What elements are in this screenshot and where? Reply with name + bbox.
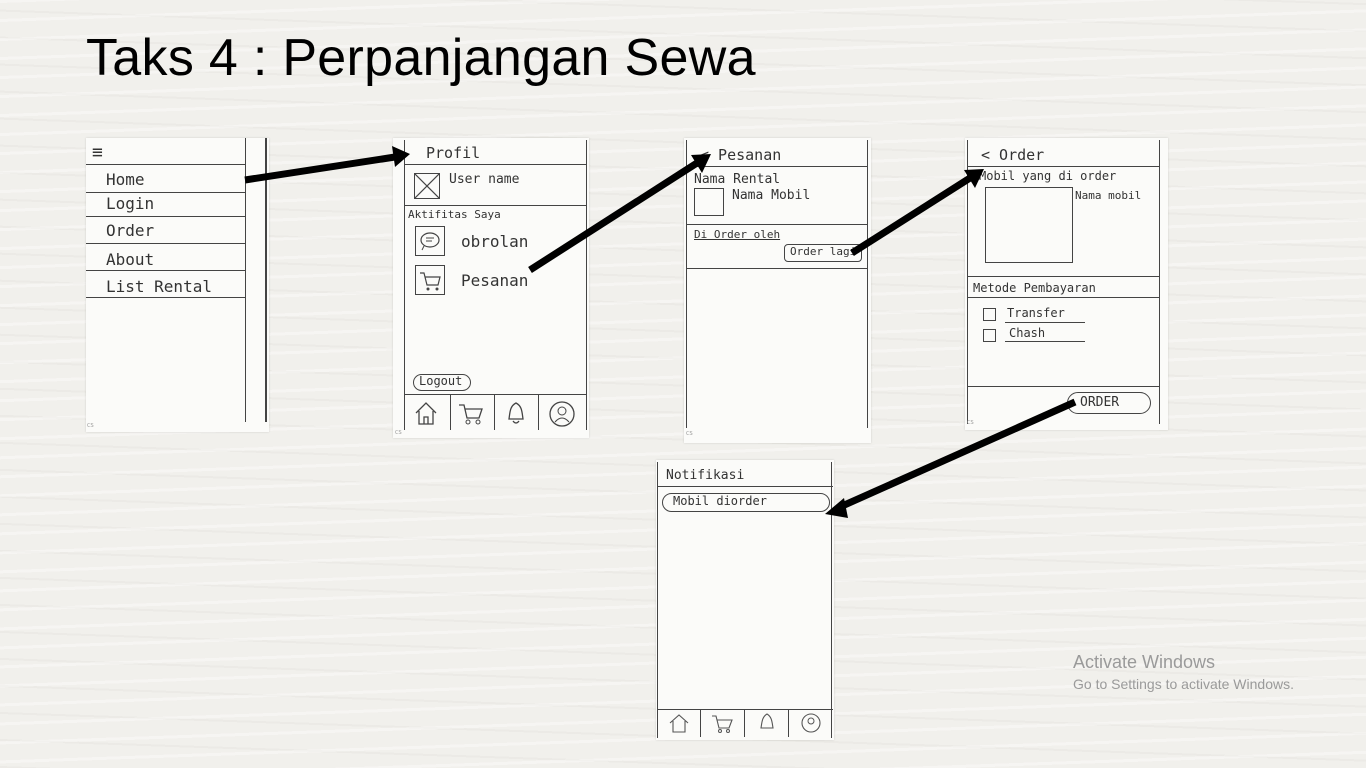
watermark-line1: Activate Windows <box>1073 652 1216 672</box>
watermark-line2: Go to Settings to activate Windows. <box>1073 676 1294 692</box>
arrow-profile-to-pesanan <box>528 160 699 273</box>
arrow-pesanan-to-order <box>850 175 972 256</box>
arrow-menu-to-profile <box>244 153 396 184</box>
arrow-order-to-notification <box>838 398 1077 511</box>
activate-windows-watermark: Activate Windows Go to Settings to activ… <box>1073 652 1294 692</box>
